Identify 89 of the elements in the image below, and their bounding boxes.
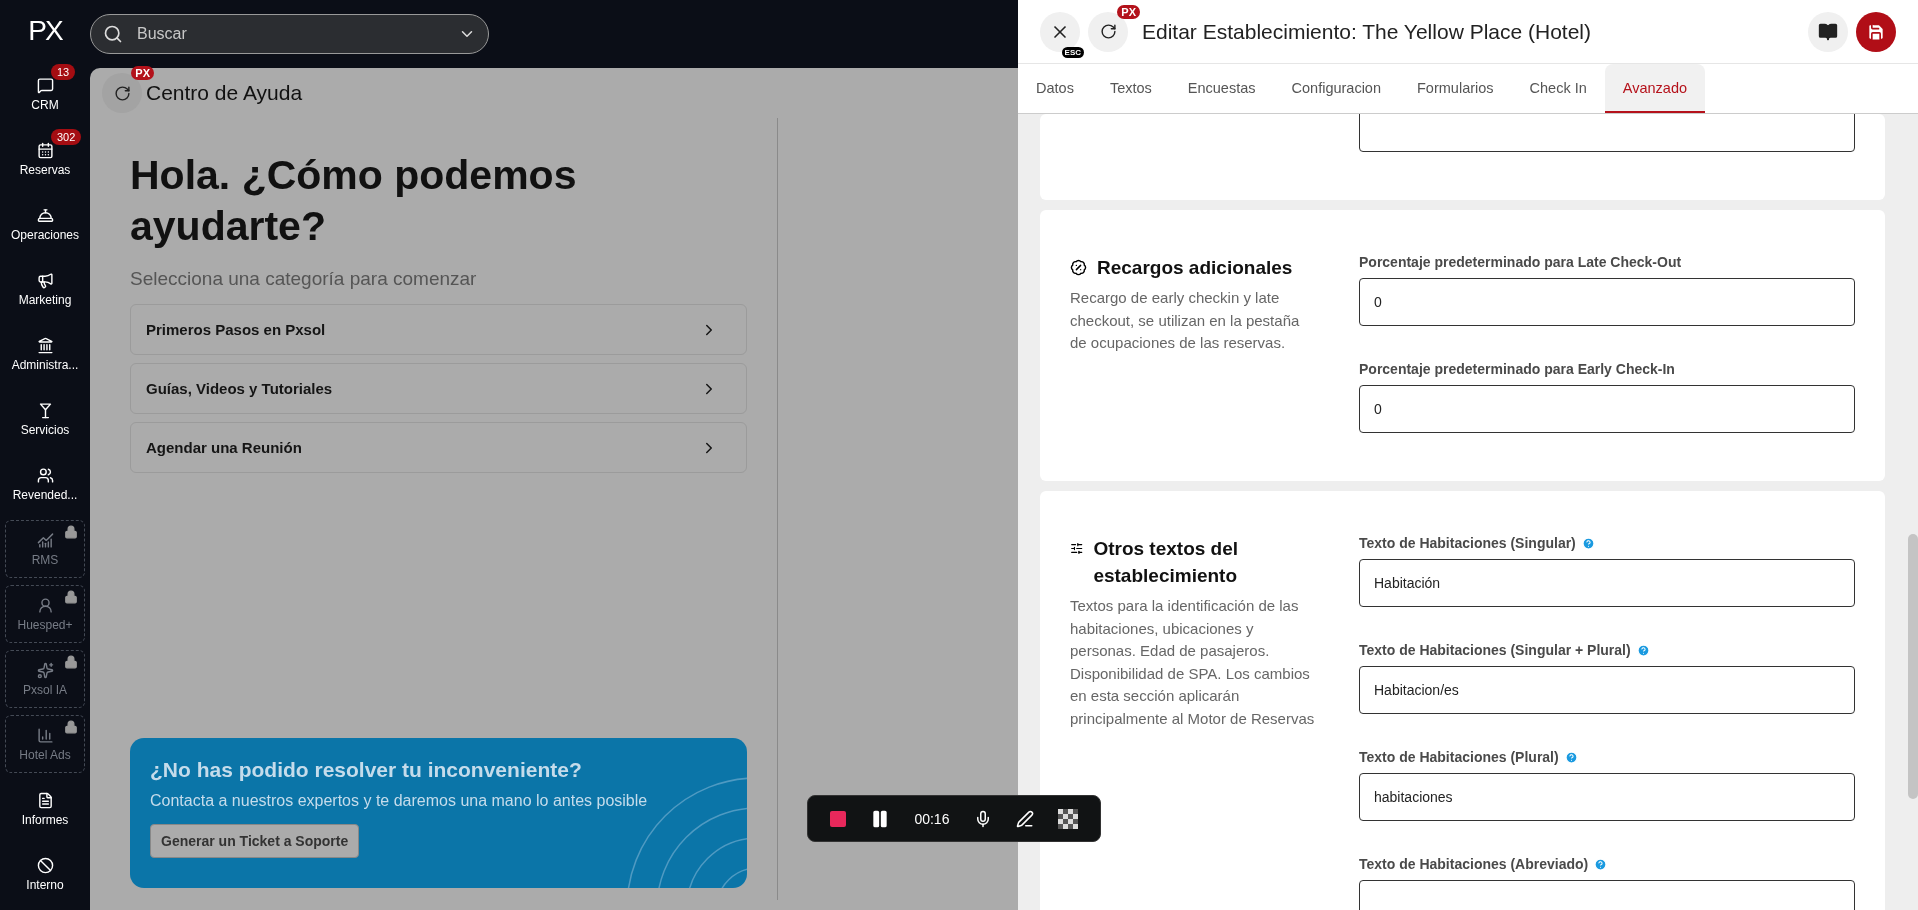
text-field[interactable]: Habitación — [1359, 559, 1855, 607]
tab[interactable]: Encuestas — [1169, 64, 1274, 113]
count-badge: 13 — [51, 64, 76, 80]
px-badge: PX — [1117, 4, 1140, 19]
nav-item[interactable]: Pxsol IA — [5, 650, 85, 708]
panel-title: Centro de Ayuda — [146, 81, 303, 105]
nav-icon — [36, 272, 54, 289]
help-icon[interactable] — [1594, 857, 1608, 871]
app-logo[interactable]: PX — [28, 0, 62, 62]
nav-icon — [36, 467, 54, 484]
close-button[interactable] — [1040, 11, 1080, 52]
count-badge: 302 — [51, 129, 82, 145]
nav-item[interactable]: Marketing — [5, 257, 85, 322]
tab[interactable]: Check In — [1511, 64, 1605, 113]
nav-icon — [36, 726, 54, 744]
nav-item[interactable]: Hotel Ads — [5, 715, 85, 773]
lock-icon — [64, 525, 78, 539]
nav-item[interactable]: CRM 13 — [5, 62, 85, 127]
help-heading: Hola. ¿Cómo podemos ayudarte? — [130, 151, 578, 251]
nav-item[interactable]: Informes — [5, 777, 85, 842]
search-input[interactable]: Buscar — [135, 24, 446, 44]
section-icon — [1070, 540, 1084, 557]
field-label: Texto de Habitaciones (Plural) — [1359, 749, 1559, 765]
refresh-icon — [1099, 23, 1117, 40]
save-button[interactable] — [1856, 11, 1896, 52]
category-item[interactable]: Primeros Pasos en Pxsol — [130, 304, 747, 355]
nav-item[interactable]: Huesped+ — [5, 585, 85, 643]
text-field[interactable]: 0 — [1359, 385, 1855, 433]
book-icon — [1818, 21, 1838, 42]
nav-item[interactable]: RMS — [5, 520, 85, 578]
tab[interactable]: Datos — [1018, 64, 1092, 113]
nav-item[interactable]: Interno — [5, 842, 85, 907]
support-title: ¿No has podido resolver tu inconveniente? — [150, 758, 582, 782]
help-subtitle: Selecciona una categoría para comenzar — [130, 268, 478, 290]
nav-icon — [36, 531, 54, 549]
tab[interactable]: Configuracion — [1273, 64, 1399, 113]
recording-time: 00:16 — [914, 810, 950, 827]
category-item[interactable]: Agendar una Reunión — [130, 422, 747, 473]
lock-icon — [64, 720, 78, 734]
tab[interactable]: Avanzado — [1604, 64, 1706, 113]
text-field[interactable]: 0 — [1359, 278, 1855, 326]
shortcut-badge: ESC — [1061, 46, 1084, 58]
nav-item[interactable]: Servicios — [5, 387, 85, 452]
nav-icon — [36, 142, 54, 159]
nav-item[interactable]: Reservas 302 — [5, 127, 85, 192]
nav-icon — [36, 207, 54, 224]
checker-icon[interactable] — [1057, 808, 1078, 829]
lock-icon — [64, 655, 78, 669]
lock-icon — [64, 590, 78, 604]
scrollbar-thumb[interactable] — [1908, 534, 1918, 799]
section-description: Textos para la identificación de las habitaciones, ubicaciones y personas. Edad de pasajeros. Disponibilidad de SPA. Los cambios en esta sección aplicarán principalmente al Motor de Reservas — [1070, 596, 1315, 729]
nav-icon — [36, 792, 54, 809]
section-icon — [1070, 259, 1087, 276]
refresh-icon — [113, 84, 131, 102]
nav-icon — [36, 661, 54, 679]
text-field[interactable] — [1359, 114, 1855, 152]
support-text: Contacta a nuestros expertos y te daremos una mano lo antes posible — [150, 792, 648, 810]
nav-item[interactable]: Operaciones — [5, 192, 85, 257]
px-badge: PX — [131, 66, 154, 80]
section-description: Recargo de early checkin y late checkout, se utilizan en la pestaña de ocupaciones de las reservas. — [1070, 288, 1301, 353]
help-icon[interactable] — [1564, 750, 1578, 764]
ticket-button[interactable]: Generar un Ticket a Soporte — [150, 824, 360, 858]
section-title: Recargos adicionales — [1097, 256, 1293, 280]
pen-icon[interactable] — [1015, 809, 1034, 828]
text-field[interactable]: habitaciones — [1359, 773, 1855, 821]
nav-icon — [36, 337, 54, 354]
nav-icon — [36, 596, 54, 614]
nav-item[interactable]: Administra... — [5, 322, 85, 387]
help-icon[interactable] — [1581, 536, 1595, 550]
field-label: Porcentaje predeterminado para Late Check-Out — [1359, 254, 1682, 270]
nav-icon — [36, 77, 54, 94]
book-button[interactable] — [1808, 11, 1848, 52]
field-label: Porcentaje predeterminado para Early Check-In — [1359, 361, 1675, 377]
tab[interactable]: Formularios — [1399, 64, 1512, 113]
section-title: Otros textos del establecimiento — [1093, 537, 1240, 588]
field-label: Texto de Habitaciones (Singular + Plural) — [1359, 642, 1631, 658]
save-icon — [1866, 21, 1886, 42]
nav-item[interactable]: Revended... — [5, 452, 85, 517]
editor-title: Editar Establecimiento: The Yellow Place (Hotel) — [1142, 19, 1592, 44]
tab[interactable]: Textos — [1091, 64, 1170, 113]
field-label: Texto de Habitaciones (Singular) — [1359, 535, 1576, 551]
category-item[interactable]: Guías, Videos y Tutoriales — [130, 363, 747, 414]
text-field[interactable]: Habitacion/es — [1359, 666, 1855, 714]
field-label: Texto de Habitaciones (Abreviado) — [1359, 856, 1589, 872]
nav-icon — [36, 857, 54, 874]
help-icon[interactable] — [1636, 643, 1650, 657]
search-icon — [103, 24, 123, 44]
search-bar[interactable]: Buscar — [90, 14, 489, 54]
stop-icon[interactable] — [830, 810, 847, 827]
